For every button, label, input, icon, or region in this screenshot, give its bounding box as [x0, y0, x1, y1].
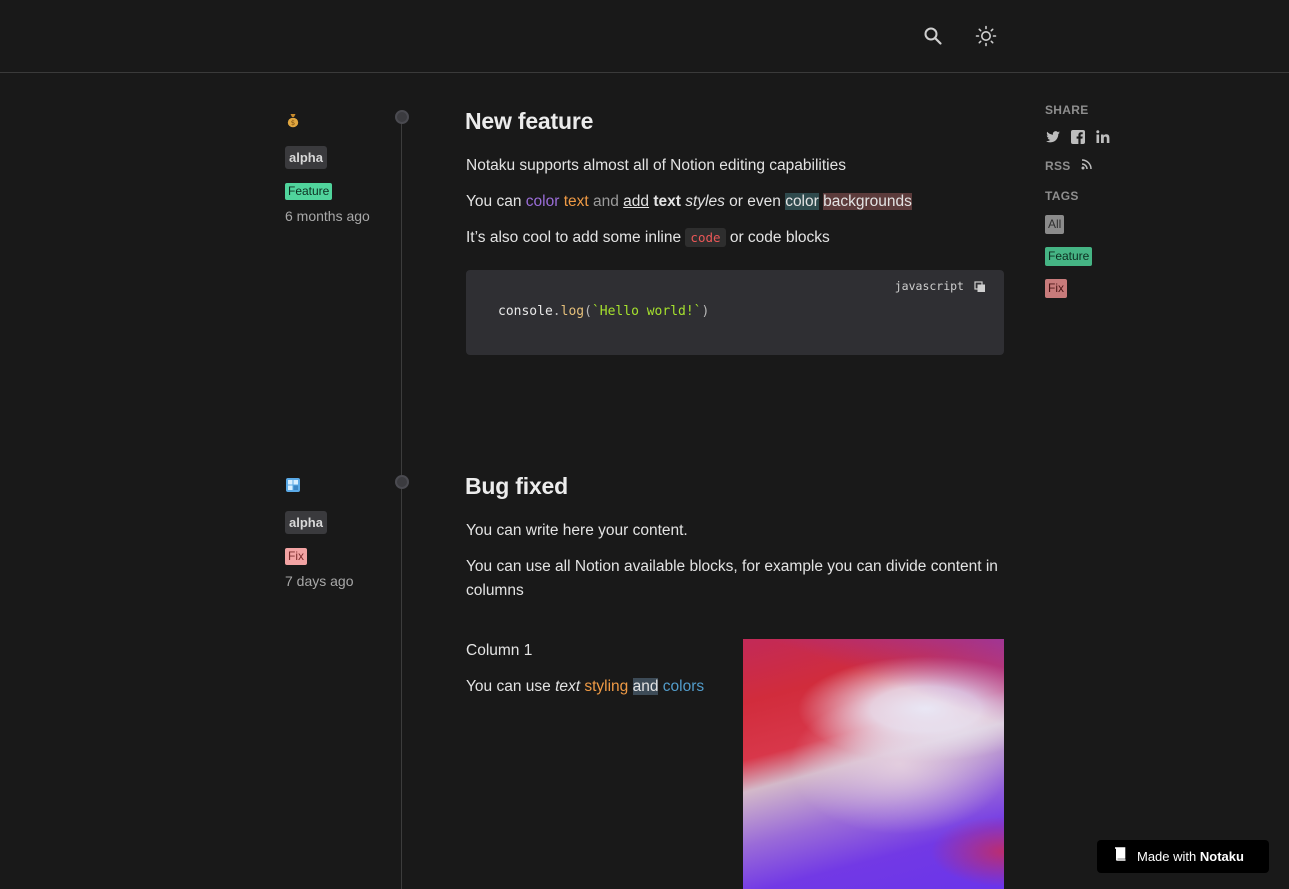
copy-icon[interactable]: [974, 280, 986, 292]
code-language: javascript: [894, 279, 964, 293]
made-with-label: Made with Notaku: [1137, 849, 1244, 864]
window-icon: [285, 477, 301, 493]
tag-fix[interactable]: Fix: [285, 548, 307, 565]
author-badge[interactable]: alpha: [285, 511, 327, 534]
rss-icon[interactable]: [1081, 157, 1092, 175]
tag-list: All Feature Fix: [1045, 215, 1165, 311]
tag-filter-fix[interactable]: Fix: [1045, 279, 1067, 298]
tag-feature[interactable]: Feature: [285, 183, 333, 200]
post-paragraph: You can use text styling and colors: [466, 678, 705, 695]
post-meta: $ alpha Feature 6 months ago: [285, 112, 395, 224]
post-title[interactable]: Bug fixed: [465, 473, 1004, 500]
top-bar: [0, 0, 1289, 73]
twitter-icon[interactable]: [1045, 129, 1061, 145]
facebook-icon[interactable]: [1070, 129, 1086, 145]
post-paragraph: You can use all Notion available blocks,…: [466, 558, 998, 599]
tags-label: TAGS: [1045, 189, 1079, 203]
timeline-dot: [395, 110, 409, 124]
tag-filter-feature[interactable]: Feature: [1045, 247, 1093, 266]
tag-filter-all[interactable]: All: [1045, 215, 1065, 234]
made-with-notaku-button[interactable]: Made with Notaku: [1097, 840, 1269, 873]
column-image: [743, 639, 1004, 889]
author-badge[interactable]: alpha: [285, 146, 327, 169]
code-content: console.log(`Hello world!`): [498, 304, 710, 319]
timeline-line: [401, 117, 402, 889]
share-label: SHARE: [1045, 103, 1089, 117]
column-1: Column 1 You can use text styling and co…: [465, 639, 725, 699]
post-title[interactable]: New feature: [465, 108, 1004, 135]
post-feature: New feature Notaku supports almost all o…: [465, 108, 1004, 355]
post-paragraph: Notaku supports almost all of Notion edi…: [466, 157, 846, 174]
share-icons: [1045, 129, 1165, 145]
code-block: javascript console.log(`Hello world!`): [466, 270, 1004, 355]
sidebar: SHARE RSS TAGS All Feature Fix: [1045, 103, 1165, 311]
inline-code: code: [685, 228, 726, 247]
post-meta: alpha Fix 7 days ago: [285, 477, 395, 589]
post-bugfix: Bug fixed You can write here your conten…: [465, 473, 1004, 695]
timeline-dot: [395, 475, 409, 489]
search-icon[interactable]: [921, 24, 945, 48]
svg-text:$: $: [291, 119, 295, 127]
notaku-book-icon: [1114, 847, 1127, 866]
rss-row[interactable]: RSS: [1045, 157, 1165, 175]
money-bag-icon: $: [285, 112, 301, 128]
theme-toggle-sun-icon[interactable]: [974, 24, 998, 48]
column-title: Column 1: [466, 642, 533, 659]
post-paragraph: It’s also cool to add some inline code o…: [466, 228, 830, 247]
linkedin-icon[interactable]: [1095, 129, 1111, 145]
post-paragraph: You can color text and add text styles o…: [466, 193, 912, 210]
post-date: 7 days ago: [285, 573, 354, 589]
post-paragraph: You can write here your content.: [466, 522, 688, 539]
post-date: 6 months ago: [285, 208, 370, 224]
rss-label: RSS: [1045, 159, 1071, 173]
